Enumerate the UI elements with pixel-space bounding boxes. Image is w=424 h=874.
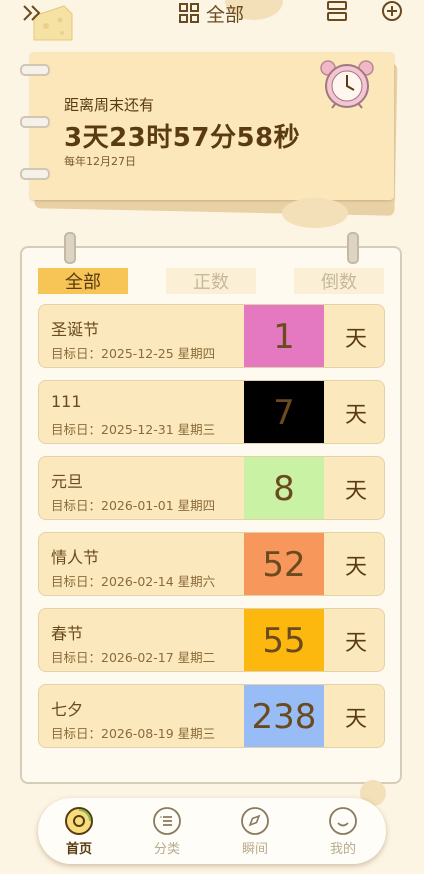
category-selector[interactable]: 全部 [178,0,244,26]
card-clip [64,232,76,264]
event-name: 情人节 [51,548,100,567]
app-screen: 全部 距离周末还有 3天23时57分58秒 每年12月27日 全部 正数 倒数 … [0,0,424,874]
event-name: 111 [51,392,82,411]
home-disc-icon [65,807,93,835]
countdown-value: 3天23时57分58秒 [64,123,301,153]
days-count: 7 [244,381,324,443]
decorative-blob [282,198,348,228]
event-date: 目标日：2025-12-25 星期四 [51,346,216,361]
alarm-clock-icon [320,60,374,109]
nav-moments[interactable]: 瞬间 [220,806,290,860]
tab-countdown[interactable]: 倒数 [294,268,384,294]
nav-profile[interactable]: 我的 [308,806,378,860]
days-unit: 天 [344,327,367,352]
nav-label: 我的 [329,842,356,857]
event-row[interactable]: 七夕 目标日：2026-08-19 星期三 238 天 [38,684,385,748]
days-count: 55 [244,609,324,671]
days-count: 52 [244,533,324,595]
days-unit: 天 [344,479,367,504]
binder-ring [20,116,50,128]
event-name: 圣诞节 [51,320,100,339]
bottom-nav: 首页 分类 瞬间 我的 [38,798,386,864]
nav-label: 首页 [65,842,92,857]
add-circle-icon[interactable] [381,0,403,22]
event-date: 目标日：2026-01-01 星期四 [51,498,216,513]
days-count: 238 [244,685,324,747]
event-date: 目标日：2026-02-17 星期二 [51,650,216,665]
binder-ring [20,64,50,76]
event-name: 七夕 [51,700,84,719]
event-name: 春节 [51,624,84,643]
card-clip [347,232,359,264]
event-row[interactable]: 春节 目标日：2026-02-17 星期二 55 天 [38,608,385,672]
smiley-icon [329,807,357,835]
event-date: 目标日：2025-12-31 星期三 [51,422,216,437]
event-date: 目标日：2026-08-19 星期三 [51,726,216,741]
list-icon [153,807,181,835]
compass-icon [241,807,269,835]
nav-category[interactable]: 分类 [132,806,202,860]
days-unit: 天 [344,403,367,428]
binder-ring [20,168,50,180]
tab-all[interactable]: 全部 [38,268,128,294]
days-unit: 天 [344,707,367,732]
tab-count-up[interactable]: 正数 [166,268,256,294]
countdown-label: 距离周末还有 [64,96,155,114]
days-count: 8 [244,457,324,519]
event-row[interactable]: 元旦 目标日：2026-01-01 星期四 8 天 [38,456,385,520]
top-bar: 全部 [0,0,424,41]
event-row[interactable]: 111 目标日：2025-12-31 星期三 7 天 [38,380,385,444]
grid-icon [179,3,199,23]
layout-toggle-icon[interactable] [326,0,348,22]
page-title: 全部 [206,3,245,26]
days-unit: 天 [344,555,367,580]
nav-home[interactable]: 首页 [44,806,114,860]
countdown-subtitle: 每年12月27日 [64,155,136,168]
nav-label: 瞬间 [241,842,268,857]
event-name: 元旦 [51,472,84,491]
days-count: 1 [244,305,324,367]
event-row[interactable]: 圣诞节 目标日：2025-12-25 星期四 1 天 [38,304,385,368]
nav-label: 分类 [153,842,180,857]
expand-chevrons-icon[interactable] [22,2,44,24]
event-date: 目标日：2026-02-14 星期六 [51,574,216,589]
days-unit: 天 [344,631,367,656]
event-row[interactable]: 情人节 目标日：2026-02-14 星期六 52 天 [38,532,385,596]
